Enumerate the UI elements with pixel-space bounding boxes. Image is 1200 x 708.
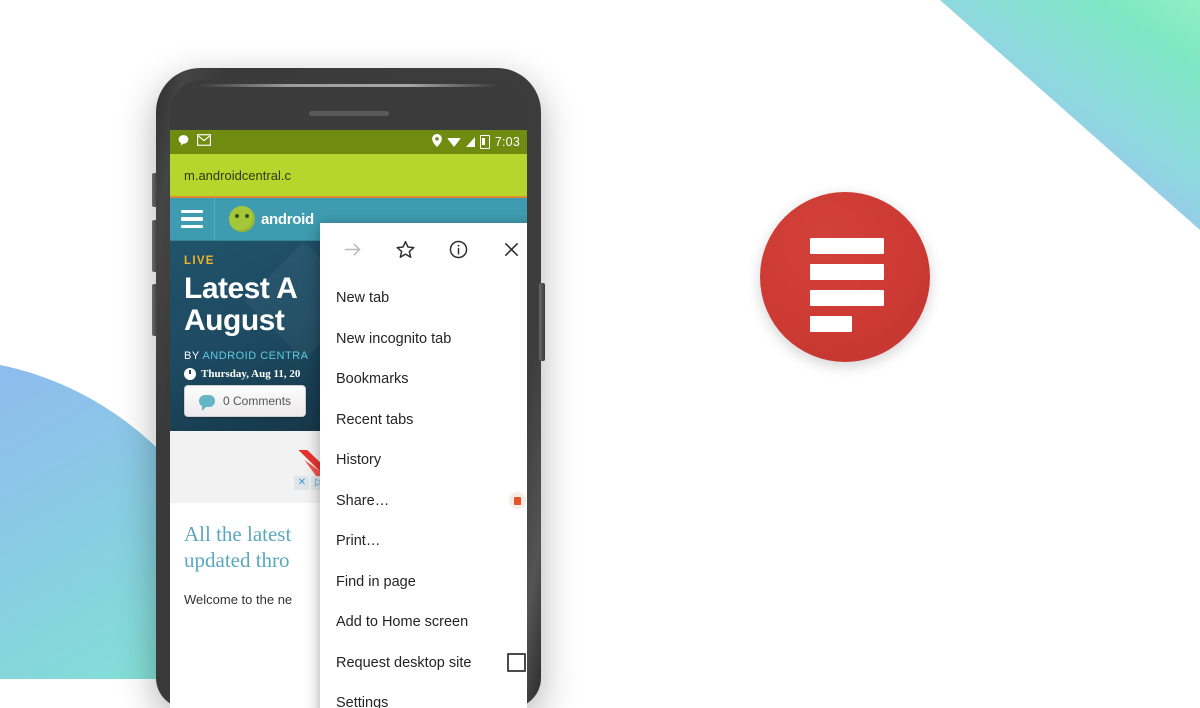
menu-item-label: Recent tabs: [336, 411, 414, 428]
menu-item-bookmarks[interactable]: Bookmarks: [320, 359, 527, 400]
logo-bar-1: [810, 238, 884, 254]
menu-item-label: New incognito tab: [336, 330, 452, 347]
menu-item-label: Find in page: [336, 573, 416, 590]
comments-count-label: 0 Comments: [223, 394, 292, 408]
chrome-menu-items: New tab New incognito tab Bookmarks Rece…: [320, 275, 527, 708]
comments-button[interactable]: 0 Comments: [184, 385, 307, 417]
bezel-highlight: [198, 84, 499, 87]
clock-icon: [184, 367, 196, 380]
chrome-menu-toolbar: [320, 223, 527, 275]
hero-date-text: Thursday, Aug 11, 20: [201, 367, 301, 380]
menu-item-print[interactable]: Print…: [320, 521, 527, 562]
menu-item-label: Request desktop site: [336, 654, 472, 671]
status-bar-system: 7:03: [431, 133, 520, 151]
forward-icon[interactable]: [338, 234, 368, 264]
phone-screen: 7:03 m.androidcentral.c android LIVE Lat…: [170, 130, 527, 708]
comment-bubble-icon: [199, 395, 215, 411]
menu-item-label: Settings: [336, 695, 389, 708]
ad-close-icon[interactable]: ✕: [294, 476, 310, 490]
menu-item-find-in-page[interactable]: Find in page: [320, 562, 527, 603]
site-logo[interactable]: android: [215, 206, 314, 232]
android-mascot-icon: [229, 206, 255, 232]
hamburger-line-2: [181, 217, 203, 221]
hamburger-line-3: [181, 224, 203, 229]
request-desktop-site-checkbox[interactable]: [507, 653, 526, 673]
menu-item-share[interactable]: Share…: [320, 481, 527, 522]
menu-item-label: Print…: [336, 533, 381, 550]
status-bar: 7:03: [170, 130, 527, 154]
logo-bar-2: [810, 264, 884, 280]
assistant-button[interactable]: [152, 284, 158, 336]
share-shortcut-icon[interactable]: [509, 492, 526, 510]
wifi-icon: [446, 137, 461, 147]
byline-author[interactable]: ANDROID CENTRA: [202, 350, 308, 362]
chrome-overflow-menu: New tab New incognito tab Bookmarks Rece…: [320, 223, 527, 708]
page-info-icon[interactable]: [444, 234, 474, 264]
menu-item-add-to-home-screen[interactable]: Add to Home screen: [320, 602, 527, 643]
menu-item-new-incognito-tab[interactable]: New incognito tab: [320, 319, 527, 360]
hamburger-line-1: [181, 209, 203, 214]
location-icon: [431, 133, 442, 151]
close-icon[interactable]: [497, 234, 527, 264]
bookmark-star-icon[interactable]: [391, 234, 421, 264]
menu-item-label: Bookmarks: [336, 371, 409, 388]
signal-icon: [465, 137, 475, 147]
site-logo-text: android: [261, 210, 314, 228]
top-right-gradient-triangle: [940, 0, 1200, 230]
logo-bar-3: [810, 290, 884, 306]
share-shortcut-glyph: [514, 496, 521, 505]
status-bar-notifications: [177, 134, 211, 151]
power-button[interactable]: [539, 283, 545, 361]
menu-item-new-tab[interactable]: New tab: [320, 278, 527, 319]
url-text[interactable]: m.androidcentral.c: [184, 168, 291, 183]
earpiece-speaker: [308, 111, 389, 116]
phone-device: 7:03 m.androidcentral.c android LIVE Lat…: [152, 68, 545, 708]
gmail-icon: [197, 134, 211, 150]
menu-item-recent-tabs[interactable]: Recent tabs: [320, 400, 527, 441]
menu-item-label: New tab: [336, 290, 390, 307]
menu-item-label: History: [336, 452, 382, 469]
volume-up-button[interactable]: [152, 173, 158, 207]
logo-bar-4: [810, 316, 852, 332]
site-menu-icon[interactable]: [170, 198, 215, 240]
hangouts-icon: [177, 134, 190, 151]
chrome-menu-logo: [760, 192, 930, 362]
browser-url-bar[interactable]: m.androidcentral.c: [170, 154, 527, 198]
menu-item-history[interactable]: History: [320, 440, 527, 481]
byline-prefix: BY: [184, 349, 203, 362]
volume-down-button[interactable]: [152, 220, 158, 272]
menu-item-request-desktop-site[interactable]: Request desktop site: [320, 643, 527, 684]
status-bar-clock: 7:03: [494, 135, 520, 149]
menu-item-label: Share…: [336, 492, 390, 509]
menu-item-settings[interactable]: Settings: [320, 683, 527, 708]
menu-item-label: Add to Home screen: [336, 614, 469, 631]
battery-icon: [479, 135, 490, 149]
